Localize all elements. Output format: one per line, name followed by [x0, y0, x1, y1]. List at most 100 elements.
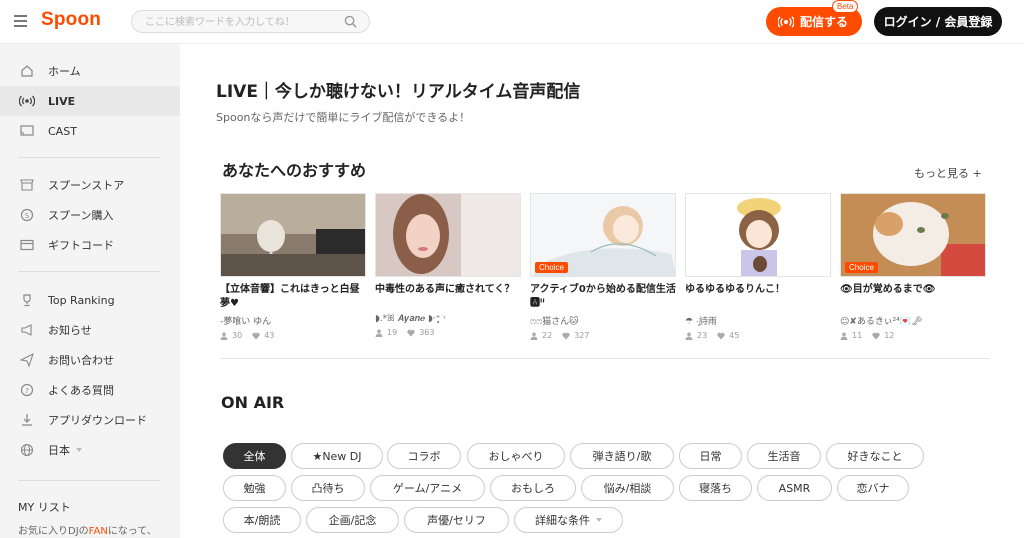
search-input[interactable] — [145, 14, 345, 30]
category-chip-event[interactable]: 企画/記念 — [306, 507, 399, 533]
live-thumbnail[interactable] — [220, 193, 366, 277]
login-signup-button[interactable]: ログイン / 会員登録 — [874, 7, 1002, 36]
search-icon[interactable] — [344, 15, 357, 28]
thumbnail-image — [686, 194, 830, 276]
category-chip-game-anime[interactable]: ゲーム/アニメ — [370, 475, 485, 501]
card-title: 【立体音響】これはきっと白昼夢♥ — [220, 284, 360, 309]
sidebar-item-label: ギフトコード — [48, 239, 114, 252]
live-card[interactable]: 中毒性のある声に癒されてく？ ◗.*ꕤ 𝑨𝒚𝒂𝒏𝒆 ◗·⁺̣̥̣ ˒ 19 36… — [375, 193, 521, 337]
live-thumbnail[interactable]: Choice — [530, 193, 676, 277]
sidebar-item-top-ranking[interactable]: Top Ranking — [0, 285, 180, 315]
category-chip-collab[interactable]: コラボ — [387, 443, 461, 469]
card-stats: 23 45 — [685, 331, 831, 340]
category-chip-new-dj[interactable]: ★New DJ — [291, 443, 383, 469]
detailed-filter-dropdown[interactable]: 詳細な条件 — [514, 507, 623, 533]
card-dj-name: ◗.*ꕤ 𝑨𝒚𝒂𝒏𝒆 ◗·⁺̣̥̣ ˒ — [375, 314, 446, 324]
sidebar-divider — [18, 157, 161, 158]
category-chip-life-sounds[interactable]: 生活音 — [747, 443, 821, 469]
card-stats: 30 43 — [220, 331, 366, 340]
category-chip-favorites[interactable]: 好きなこと — [826, 443, 924, 469]
sidebar-divider — [18, 271, 161, 272]
card-stats: 22 327 — [530, 331, 676, 340]
card-dj-name: -夢喰い ゆん — [220, 317, 272, 327]
category-chip-love-talk[interactable]: 恋バナ — [837, 475, 909, 501]
megaphone-icon — [21, 324, 32, 336]
like-count: 327 — [574, 331, 590, 340]
question-icon: ? — [20, 383, 34, 397]
thumbnail-image — [221, 194, 365, 276]
thumbnail-image — [376, 194, 520, 276]
card-stats: 11 12 — [840, 331, 986, 340]
svg-text:S: S — [25, 212, 30, 220]
sidebar-item-label: アプリダウンロード — [48, 414, 147, 427]
listener-icon — [530, 332, 538, 340]
sidebar-item-gift-code[interactable]: ギフトコード — [0, 230, 180, 260]
detailed-filter-label: 詳細な条件 — [535, 514, 590, 527]
recommend-section-title: あなたへのおすすめ — [222, 161, 367, 180]
listener-icon — [220, 332, 228, 340]
beta-badge: Beta — [832, 0, 859, 13]
card-dj-name: ☂︎ ·̩͙詩雨 — [685, 317, 717, 327]
sidebar-item-label: 日本 — [48, 444, 70, 457]
chevron-down-icon — [596, 518, 602, 522]
choice-badge: Choice — [535, 262, 568, 273]
category-chip-all[interactable]: 全体 — [223, 443, 286, 469]
search-box[interactable] — [131, 10, 370, 33]
sidebar-item-label: よくある質問 — [48, 384, 114, 397]
category-chip-advice[interactable]: 悩み/相談 — [581, 475, 674, 501]
sidebar-divider — [18, 480, 161, 481]
category-chip-sleep[interactable]: 寝落ち — [679, 475, 752, 501]
category-chip-waiting[interactable]: 凸待ち — [291, 475, 365, 501]
card-dj-name: ☺︎✘あるきぃ²⁴💌🗝 — [840, 317, 923, 327]
sidebar-item-faq[interactable]: ? よくある質問 — [0, 375, 180, 405]
sidebar-item-app-download[interactable]: アプリダウンロード — [0, 405, 180, 435]
broadcast-icon — [778, 15, 794, 28]
sidebar-item-live[interactable]: LIVE — [0, 86, 180, 116]
sidebar-item-notice[interactable]: お知らせ — [0, 315, 180, 345]
sidebar-item-contact[interactable]: お問い合わせ — [0, 345, 180, 375]
my-list-title: MY リスト — [18, 501, 71, 514]
live-thumbnail[interactable]: Choice — [840, 193, 986, 277]
category-chip-reading[interactable]: 本/朗読 — [223, 507, 301, 533]
sidebar-item-cast[interactable]: CAST — [0, 116, 180, 146]
category-chip-talk[interactable]: おしゃべり — [467, 443, 565, 469]
sidebar-item-language[interactable]: 日本 — [0, 435, 180, 465]
listener-count: 22 — [542, 331, 553, 340]
listener-count: 19 — [387, 328, 398, 337]
sidebar-item-label: LIVE — [48, 94, 76, 108]
listener-icon — [375, 329, 383, 337]
globe-icon — [20, 443, 34, 457]
spoon-logo[interactable]: Spoon — [41, 9, 101, 31]
heart-icon — [872, 332, 880, 339]
category-chip-singing[interactable]: 弾き語り/歌 — [570, 443, 674, 469]
sidebar-item-buy-spoon[interactable]: S スプーン購入 — [0, 200, 180, 230]
live-card[interactable]: Choice アクティブ0から始める配信生活🅰ᴵᴵ ෆෆ猫さん🐱 22 327 — [530, 193, 676, 340]
listener-count: 23 — [697, 331, 708, 340]
category-chip-daily[interactable]: 日常 — [679, 443, 742, 469]
sidebar-item-home[interactable]: ホーム — [0, 56, 180, 86]
sidebar-item-label: お知らせ — [48, 324, 92, 337]
category-chip-voice-actor[interactable]: 声優/セリフ — [404, 507, 509, 533]
start-live-label: 配信する — [800, 15, 849, 29]
heart-icon — [562, 332, 570, 339]
page-subtitle: Spoonなら声だけで簡単にライブ配信ができるよ！ — [216, 111, 471, 124]
live-card[interactable]: Choice 👁目が覚めるまで👁 ☺︎✘あるきぃ²⁴💌🗝 11 12 — [840, 193, 986, 340]
live-thumbnail[interactable] — [375, 193, 521, 277]
section-divider — [220, 358, 990, 359]
listener-icon — [685, 332, 693, 340]
category-chip-study[interactable]: 勉強 — [223, 475, 286, 501]
see-more-link[interactable]: もっと見る + — [914, 165, 982, 181]
category-chip-asmr[interactable]: ASMR — [757, 475, 832, 501]
category-chip-funny[interactable]: おもしろ — [490, 475, 576, 501]
hamburger-menu-icon[interactable] — [14, 15, 27, 27]
chevron-down-icon — [76, 448, 82, 452]
sidebar-item-label: スプーン購入 — [48, 209, 114, 222]
recommend-cards: 【立体音響】これはきっと白昼夢♥ -夢喰い ゆん 30 43 中毒性のある声に癒… — [220, 193, 990, 340]
live-card[interactable]: ゆるゆるゆるりんこ！ ☂︎ ·̩͙詩雨 23 45 — [685, 193, 831, 340]
home-icon — [21, 65, 33, 77]
card-title: ゆるゆるゆるりんこ！ — [685, 284, 785, 295]
live-card[interactable]: 【立体音響】これはきっと白昼夢♥ -夢喰い ゆん 30 43 — [220, 193, 366, 340]
live-thumbnail[interactable] — [685, 193, 831, 277]
sidebar-item-store[interactable]: スプーンストア — [0, 170, 180, 200]
heart-icon — [252, 332, 260, 339]
